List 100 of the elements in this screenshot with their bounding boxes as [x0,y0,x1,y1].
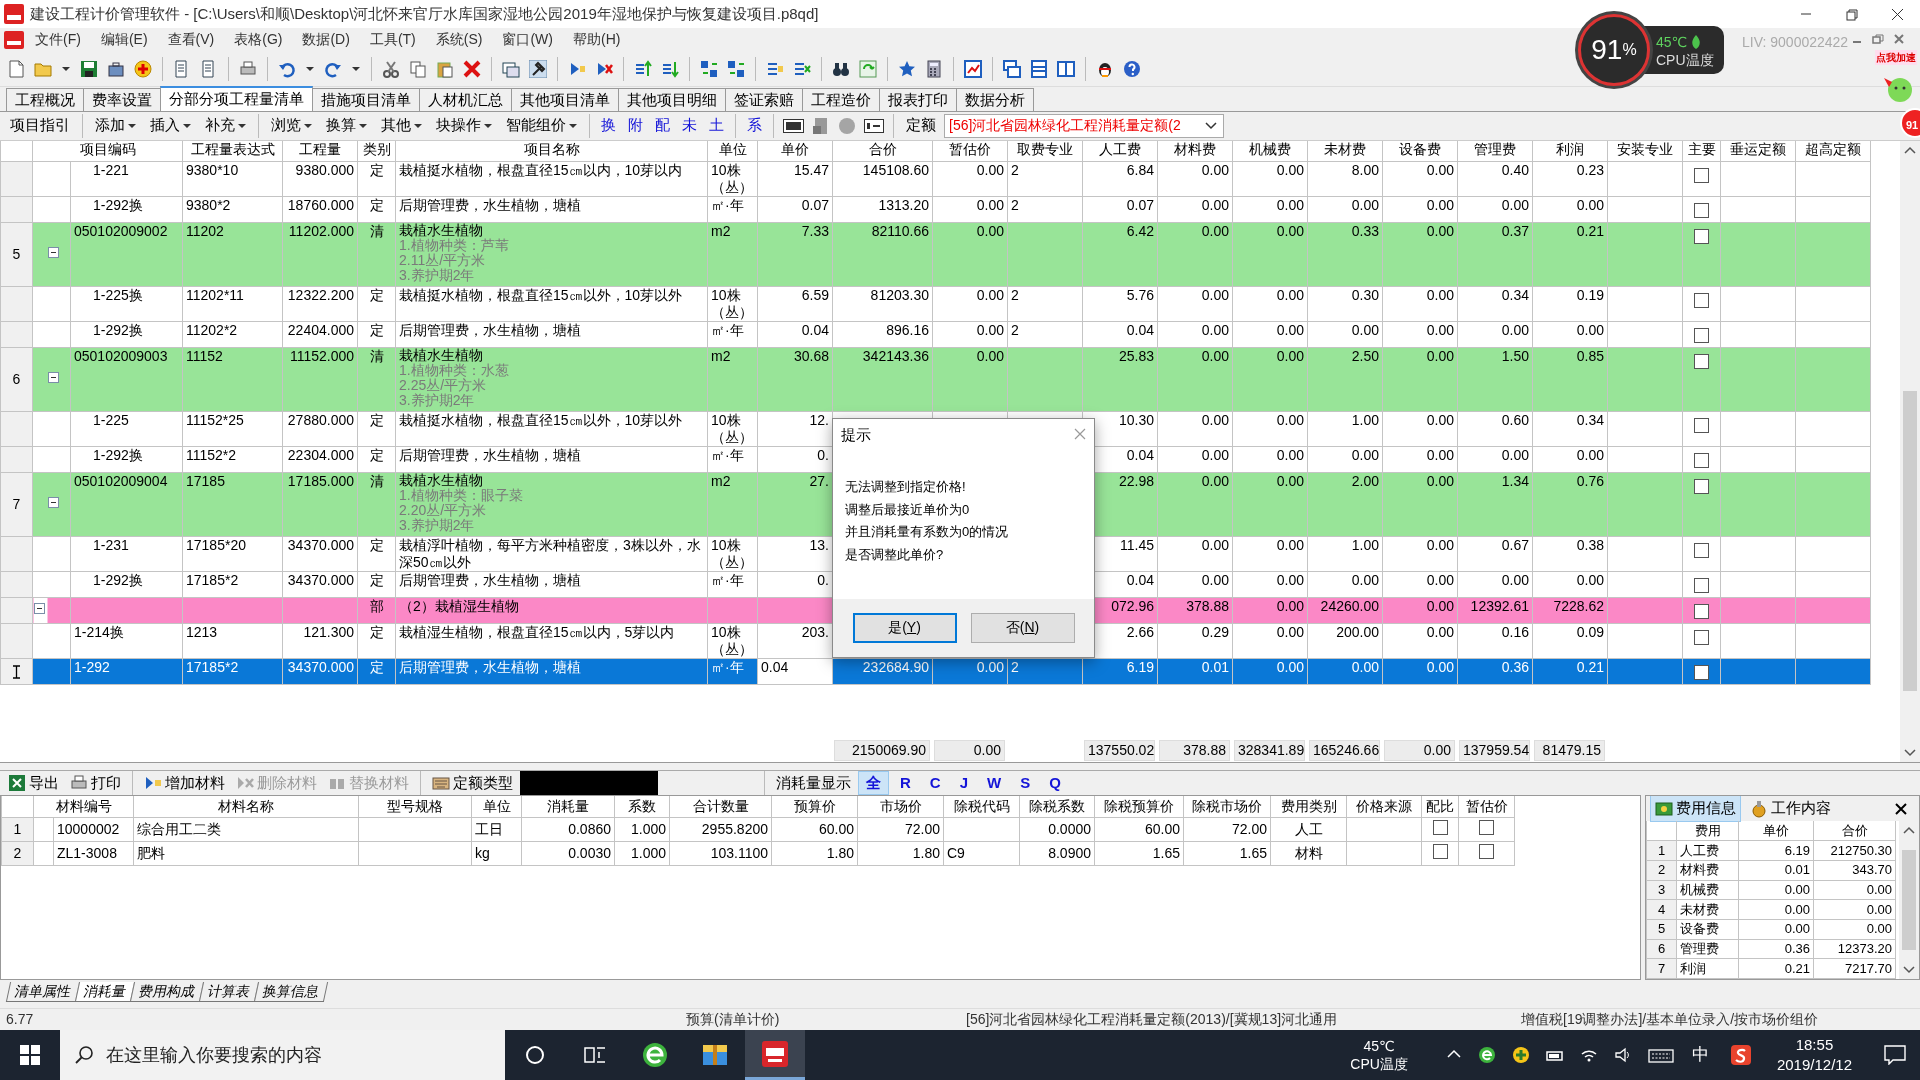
toolbox-icon[interactable] [107,59,125,78]
toolbar-button[interactable]: 增加材料 [140,771,229,795]
checkbox[interactable] [1432,820,1448,836]
scroll-down-icon[interactable] [1904,749,1916,758]
toolbar-button[interactable]: 附 [623,114,648,137]
filter-button[interactable]: J [951,770,977,796]
help-icon[interactable] [1123,59,1141,78]
clock-time[interactable]: 18:55 [1795,1035,1834,1055]
row-number[interactable]: 6 [0,347,33,412]
sogou-icon[interactable] [1730,1045,1751,1065]
quota-select[interactable]: [56]河北省园林绿化工程消耗量定额(2 [944,113,1224,138]
row-number[interactable]: 5 [0,222,33,287]
dropdown-button[interactable]: 添加 [89,114,142,137]
tab[interactable]: 其他项目清单 [511,87,619,111]
window-icon[interactable] [502,59,520,78]
tab[interactable]: 计算表 [198,982,260,1002]
toolbar-button[interactable]: 配 [650,114,675,137]
scissors-icon[interactable] [382,59,400,78]
panel-tab[interactable]: 费用信息 [1650,796,1741,822]
checkbox[interactable] [1694,630,1709,646]
row-number[interactable]: 7 [0,472,33,537]
tab[interactable]: 措施项目清单 [312,87,420,111]
dropdown-button[interactable]: 插入 [144,114,197,137]
ime-indicator[interactable]: 中 [1691,1042,1709,1068]
scrollbar-thumb[interactable] [1902,850,1916,951]
restore-icon[interactable] [1872,34,1884,44]
speed-up-badge[interactable]: 点我加速 [1875,50,1917,65]
toolbar-button[interactable]: 导出 [4,771,63,795]
input-field[interactable]: 0.04 [757,658,833,685]
grid-icon[interactable] [727,59,745,78]
collapse-icon[interactable] [48,247,59,259]
tab[interactable]: 费用构成 [129,982,205,1002]
checkbox[interactable] [1694,168,1709,184]
checkbox[interactable] [1479,820,1494,836]
collapse-icon[interactable] [48,372,59,384]
table-row[interactable]: 5 050102009002 11202 11202.000 清 栽植水生植物 1.植物种类：芦苇 2.11丛/平方米 3.养护期2年 m2 7.33 82110.66 0.00 6.42 0.00 0.00 0.33 0.00 0.37 0.21 [0,222,1871,287]
refresh-icon[interactable] [859,59,877,78]
checkbox[interactable] [1479,844,1494,860]
menu-item[interactable]: 窗口(W) [493,29,562,51]
checkbox[interactable] [1694,229,1709,245]
table-row[interactable]: 1-225换 11202*11 12322.200 定 栽植挺水植物，根盘直径15㎝以外，10芽以外 10株（丛） 6.59 81203.30 0.00 2 5.76 0.00 0.00 0.30 0.00 0.34 0.19 [0,286,1871,322]
restore-icon[interactable] [1844,7,1858,21]
close-icon[interactable] [1895,802,1907,815]
alert-badge[interactable]: 91 [1900,108,1920,138]
toolbar-button[interactable]: 未 [677,114,702,137]
table-row[interactable]: 1-292 17185*2 34370.000 定 后期管理费，水生植物，塘植 ㎡·年 0.04 232684.90 0.00 2 6.19 0.01 0.00 0.00 0.00 0.36 0.21 [0,658,1871,685]
plus-circle-icon[interactable] [1511,1046,1530,1064]
dropdown-button[interactable]: 补充 [199,114,252,137]
dropdown-button[interactable]: 块操作 [430,114,498,137]
table-row[interactable]: 1-221 9380*10 9380.000 定 栽植挺水植物，根盘直径15㎝以内，10芽以内 10株（丛） 15.47 145108.60 0.00 2 6.84 0.00 0.00 8.00 0.00 0.40 0.23 [0,161,1871,197]
menu-item[interactable]: 工具(T) [360,29,425,51]
circle-icon[interactable] [525,1045,545,1065]
tab[interactable]: 数据分析 [956,87,1034,111]
printer-icon[interactable] [239,59,257,78]
arrow-down-icon[interactable] [661,59,679,78]
filter-button[interactable]: C [921,770,949,796]
hammer-icon[interactable] [529,59,547,78]
keyboard-icon[interactable] [1647,1046,1674,1064]
menu-item[interactable]: 数据(D) [293,29,359,51]
tab[interactable]: 清单属性 [5,982,81,1002]
windows-logo-icon[interactable] [20,1045,40,1065]
tab[interactable]: 消耗量 [74,982,136,1002]
table-row[interactable]: 1-292换 9380*2 18760.000 定 后期管理费，水生植物，塘植 ㎡·年 0.07 1313.20 0.00 2 0.07 0.00 0.00 0.00 0.00 0.00 0.00 [0,196,1871,223]
close-icon[interactable] [1890,7,1904,21]
windows-icon[interactable] [1003,59,1021,78]
task-view-icon[interactable] [584,1045,606,1065]
table-row[interactable]: 1-292换 11202*2 22404.000 定 后期管理费，水生植物，塘植 ㎡·年 0.04 896.16 0.00 2 0.04 0.00 0.00 0.00 0.00 0.00 0.00 [0,321,1871,348]
menu-item[interactable]: 文件(F) [26,29,90,51]
panel-tab[interactable]: 工作内容 [1745,796,1836,822]
copy-icon[interactable] [409,59,427,78]
dialog-button[interactable]: 否(N) [970,612,1075,643]
checkbox[interactable] [1694,418,1709,434]
plus-circle-icon[interactable] [134,59,152,78]
collapse-icon[interactable] [48,497,59,509]
checkbox[interactable] [1432,844,1448,860]
checkbox[interactable] [1694,203,1709,219]
arrow-up-icon[interactable] [634,59,652,78]
tab[interactable]: 分部分项工程量清单 [160,85,313,111]
paste-icon[interactable] [436,59,454,78]
notification-icon[interactable] [1884,1045,1906,1065]
toolbar-button[interactable]: 土 [704,114,729,137]
checkbox[interactable] [1694,354,1709,370]
dropdown-button[interactable]: 换算 [320,114,373,137]
grid-icon[interactable] [700,59,718,78]
speaker-icon[interactable] [1613,1046,1632,1064]
checkbox[interactable] [1694,578,1709,594]
menu-item[interactable]: 编辑(E) [91,29,157,51]
checkbox[interactable] [1694,453,1709,469]
filter-button[interactable]: W [979,770,1010,796]
filter-button[interactable]: Q [1041,770,1069,796]
filter-button[interactable]: S [1012,770,1039,796]
dialog-button[interactable]: 是(Y) [852,612,957,643]
menu-item[interactable]: 系统(S) [426,29,492,51]
tab[interactable]: 换算信息 [253,982,329,1002]
new-file-icon[interactable] [7,59,25,78]
dropdown-button[interactable]: 其他 [375,114,428,137]
filter-button[interactable]: R [892,770,919,796]
tab[interactable]: 签证索赔 [725,87,803,111]
delete-icon[interactable] [463,59,481,78]
rows-icon[interactable] [1030,59,1048,78]
